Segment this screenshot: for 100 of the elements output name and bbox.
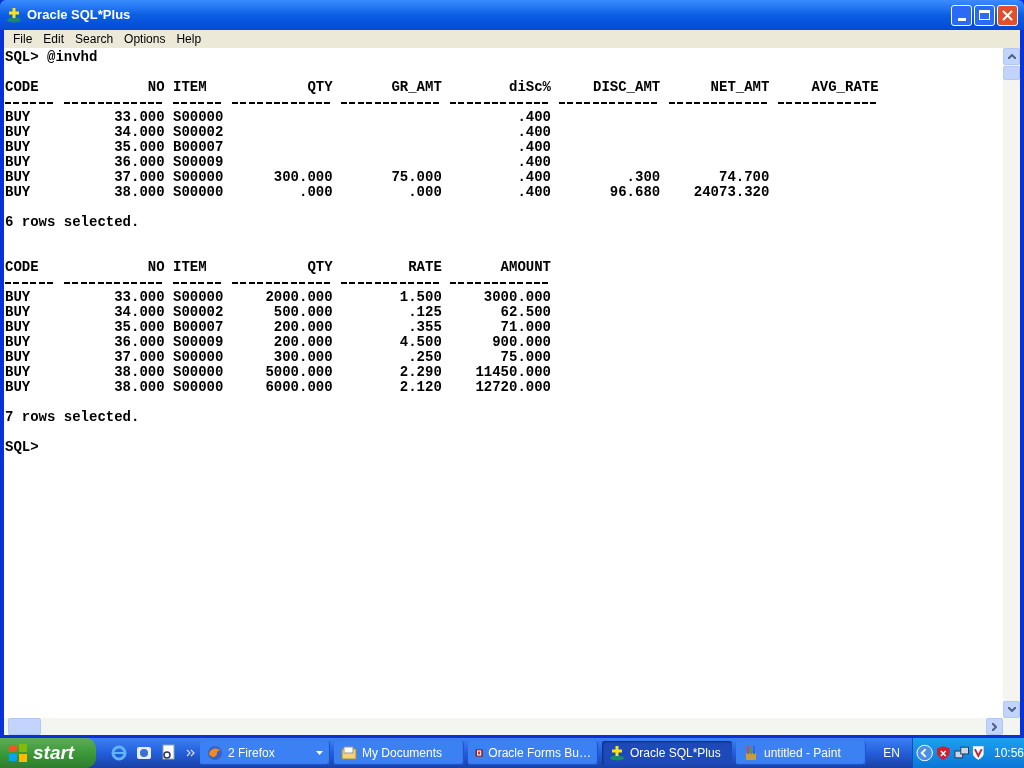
table-cell: 5000.000	[265, 365, 333, 380]
browser-icon[interactable]	[110, 744, 128, 762]
taskbar-button[interactable]: untitled - Paint	[736, 741, 866, 765]
taskbar-button[interactable]: Oracle SQL*Plus	[602, 741, 732, 765]
table-cell: S00009	[173, 335, 224, 350]
clock: 10:56	[993, 745, 1024, 762]
table-cell: .400	[517, 155, 551, 170]
table-cell: S00000	[173, 365, 224, 380]
table-cell: .300	[626, 170, 661, 185]
table-cell: BUY	[5, 155, 31, 170]
menu-item[interactable]: Options	[119, 30, 171, 48]
table-cell: S00002	[173, 125, 224, 140]
table-cell: 35.000	[114, 320, 165, 335]
language-indicator[interactable]: EN	[883, 744, 900, 762]
paint-brushes-icon	[743, 745, 759, 761]
table-cell: 900.000	[492, 335, 551, 350]
table-cell: BUY	[5, 140, 31, 155]
antivirus-icon[interactable]	[972, 745, 985, 761]
table-cell: BUY	[5, 185, 31, 200]
scroll-thumb[interactable]	[1003, 66, 1020, 80]
close-icon	[1002, 9, 1013, 21]
table-cell: 500.000	[273, 305, 333, 320]
minimize-icon	[957, 17, 966, 21]
table-cell: B00007	[173, 320, 224, 335]
table-cell: 37.000	[114, 350, 165, 365]
table-cell: S00009	[173, 155, 224, 170]
table-cell: 24073.320	[693, 185, 770, 200]
table-cell: 36.000	[114, 335, 165, 350]
column-header: diSc%	[509, 80, 551, 95]
scroll-down-button[interactable]	[1003, 701, 1020, 718]
table-cell: S00000	[173, 185, 224, 200]
table-cell: 37.000	[114, 170, 165, 185]
table-cell: BUY	[5, 110, 31, 125]
table-cell: BUY	[5, 125, 31, 140]
scroll-right-button[interactable]	[986, 718, 1003, 735]
left-chevron-icon[interactable]	[916, 744, 934, 762]
document-search-icon[interactable]	[160, 744, 178, 762]
table-cell: 74.700	[719, 170, 770, 185]
table-cell: 35.000	[114, 140, 165, 155]
menu-item[interactable]: File	[8, 30, 38, 48]
table-cell: BUY	[5, 335, 31, 350]
table-cell: 96.680	[609, 185, 661, 200]
table-cell: .125	[408, 305, 442, 320]
table-cell: 75.000	[391, 170, 442, 185]
column-header: AVG_RATE	[811, 80, 879, 95]
taskbar-button[interactable]: Oracle Forms Bu…	[468, 741, 598, 765]
table-cell: 34.000	[114, 125, 165, 140]
column-header: DISC_AMT	[593, 80, 661, 95]
table-cell: .250	[408, 350, 442, 365]
chevron-icon[interactable]	[186, 749, 195, 757]
table-cell: .000	[299, 185, 333, 200]
table-cell: .400	[517, 110, 551, 125]
mail-icon[interactable]	[136, 745, 152, 761]
network-icon[interactable]	[953, 745, 970, 761]
table-cell: BUY	[5, 320, 31, 335]
table-cell: 62.500	[500, 305, 551, 320]
column-header: GR_AMT	[391, 80, 442, 95]
table-cell: 33.000	[114, 290, 165, 305]
table-cell: S00000	[173, 290, 224, 305]
column-header: ITEM	[173, 80, 207, 95]
scroll-thumb[interactable]	[8, 718, 41, 735]
table-cell: 200.000	[273, 335, 333, 350]
table-cell: BUY	[5, 170, 31, 185]
table-cell: 200.000	[273, 320, 333, 335]
menu-item[interactable]: Help	[171, 30, 207, 48]
result-summary: 6 rows selected.	[5, 215, 140, 230]
table-cell: BUY	[5, 350, 31, 365]
table-cell: .000	[408, 185, 442, 200]
table-cell: BUY	[5, 290, 31, 305]
table-cell: 1.500	[399, 290, 442, 305]
command-text: @invhd	[47, 50, 98, 65]
shield-icon[interactable]	[936, 745, 951, 761]
close-button[interactable]	[997, 4, 1018, 26]
column-header: CODE	[5, 80, 39, 95]
table-cell: .400	[517, 170, 551, 185]
menu-item[interactable]: Edit	[38, 30, 70, 48]
column-header: AMOUNT	[500, 260, 551, 275]
table-cell: 300.000	[273, 350, 333, 365]
column-header: NO	[147, 80, 165, 95]
table-cell: 2.290	[399, 365, 442, 380]
table-cell: BUY	[5, 380, 31, 395]
table-cell: S00000	[173, 350, 224, 365]
table-cell: 33.000	[114, 110, 165, 125]
table-cell: .400	[517, 125, 551, 140]
table-cell: 4.500	[399, 335, 442, 350]
taskbar-button[interactable]: My Documents	[334, 741, 464, 765]
windows-logo-icon	[8, 743, 28, 763]
maximize-button[interactable]	[974, 4, 995, 26]
minimize-button[interactable]	[951, 4, 972, 26]
column-header: QTY	[307, 260, 333, 275]
column-header: NET_AMT	[710, 80, 770, 95]
start-button[interactable]: start	[0, 738, 96, 768]
folder-icon	[341, 745, 357, 761]
table-cell: 2000.000	[265, 290, 333, 305]
table-cell: 12720.000	[475, 380, 551, 395]
table-cell: 3000.000	[483, 290, 551, 305]
menu-item[interactable]: Search	[70, 30, 119, 48]
scroll-up-button[interactable]	[1003, 48, 1020, 65]
table-cell: S00000	[173, 170, 224, 185]
taskbar-button[interactable]: 2 Firefox	[200, 741, 330, 765]
